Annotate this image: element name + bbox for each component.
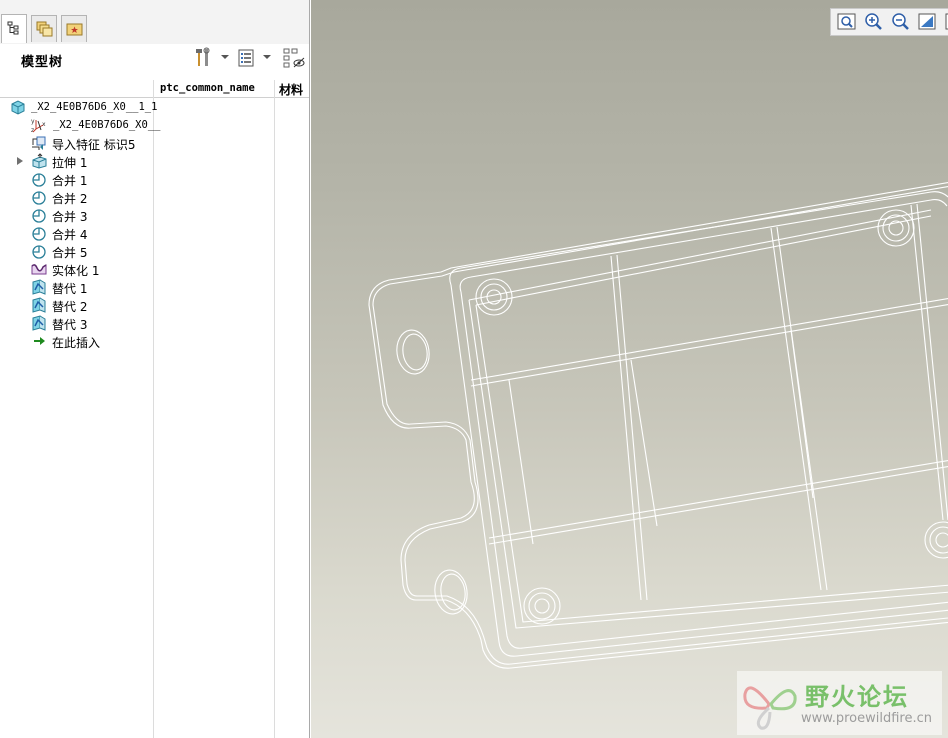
tree-item-import-feature[interactable]: 导入特征 标识5 xyxy=(0,134,153,152)
svg-text:y: y xyxy=(31,118,35,125)
tree-item-insert-here[interactable]: 在此插入 xyxy=(0,332,153,350)
expand-arrow-icon[interactable] xyxy=(17,157,23,165)
tree-item-label: 合并 2 xyxy=(52,192,88,206)
watermark-title: 野火论坛 xyxy=(805,683,909,711)
tree-item-label: 导入特征 标识5 xyxy=(52,138,136,152)
forum-watermark: 野火论坛 www.proewildfire.cn xyxy=(737,671,942,735)
tree-item-label: 在此插入 xyxy=(52,336,101,350)
merge-icon xyxy=(32,209,46,223)
tree-item-replace[interactable]: 替代 2 xyxy=(0,296,153,314)
tree-item-label: _X2_4E0B76D6_X0__1_1 xyxy=(31,101,158,113)
settings-button[interactable] xyxy=(194,47,214,69)
tree-item-solidify[interactable]: 实体化 1 xyxy=(0,260,153,278)
navigator-tabs xyxy=(0,0,309,45)
hammer-wrench-icon xyxy=(196,47,210,66)
tree-item-label: 替代 1 xyxy=(52,282,88,296)
insert-here-icon xyxy=(34,337,45,345)
graphics-viewport[interactable]: 野火论坛 www.proewildfire.cn xyxy=(311,0,948,738)
favorites-folder-icon xyxy=(66,23,83,36)
folder-stack-icon xyxy=(36,21,53,37)
tab-favorites[interactable] xyxy=(61,15,87,42)
column-material[interactable]: 材料 xyxy=(279,81,303,98)
wireframe-model xyxy=(368,181,948,669)
tree-item-replace[interactable]: 替代 1 xyxy=(0,278,153,296)
csys-icon: y z x xyxy=(31,118,46,133)
solidify-icon xyxy=(31,264,47,275)
show-dropdown-icon[interactable] xyxy=(263,55,271,59)
tree-item-csys[interactable]: y z x _X2_4E0B76D6_X0__ xyxy=(0,116,160,134)
tree-item-label: 实体化 1 xyxy=(52,264,100,278)
replace-icon xyxy=(32,297,46,313)
tree-item-label: 合并 1 xyxy=(52,174,88,188)
model-tree-panel: 模型树 ptc_common_name 材料 _X2_4E0B76D6_X0__… xyxy=(0,0,310,738)
column-divider[interactable] xyxy=(274,80,275,738)
tree-item-part[interactable]: _X2_4E0B76D6_X0__1_1 xyxy=(0,98,157,116)
tree-item-label: 替代 2 xyxy=(52,300,88,314)
tree-item-label: 合并 3 xyxy=(52,210,88,224)
svg-text:z: z xyxy=(31,127,34,133)
show-button[interactable] xyxy=(238,47,256,69)
tree-item-merge[interactable]: 合并 4 xyxy=(0,224,153,242)
tree-item-merge[interactable]: 合并 3 xyxy=(0,206,153,224)
list-settings-icon xyxy=(238,49,254,67)
tree-item-merge[interactable]: 合并 5 xyxy=(0,242,153,260)
replace-icon xyxy=(32,315,46,331)
model-tree-icon xyxy=(7,21,19,35)
extrude-icon xyxy=(32,153,47,169)
tree-item-label: 替代 3 xyxy=(52,318,88,332)
tree-column-header: ptc_common_name 材料 xyxy=(0,80,309,98)
tree-item-merge[interactable]: 合并 1 xyxy=(0,170,153,188)
panel-title: 模型树 xyxy=(21,55,64,70)
svg-text:x: x xyxy=(42,121,46,128)
tree-filter-icon xyxy=(283,48,305,68)
tree-item-label: 合并 4 xyxy=(52,228,88,242)
tree-item-replace[interactable]: 替代 3 xyxy=(0,314,153,332)
tree-filter-button[interactable] xyxy=(283,47,305,69)
tree-item-label: _X2_4E0B76D6_X0__ xyxy=(53,119,161,131)
tree-item-merge[interactable]: 合并 2 xyxy=(0,188,153,206)
column-common-name[interactable]: ptc_common_name xyxy=(160,82,255,94)
merge-icon xyxy=(32,227,46,241)
import-feature-icon xyxy=(32,136,46,150)
settings-dropdown-icon[interactable] xyxy=(221,55,229,59)
merge-icon xyxy=(32,191,46,205)
watermark-url: www.proewildfire.cn xyxy=(801,711,932,726)
butterfly-logo-icon xyxy=(743,686,797,730)
column-divider[interactable] xyxy=(153,80,154,738)
tab-folder-browser[interactable] xyxy=(31,15,57,42)
tree-item-label: 合并 5 xyxy=(52,246,88,260)
part-icon xyxy=(11,100,25,115)
merge-icon xyxy=(32,245,46,259)
tree-item-label: 拉伸 1 xyxy=(52,156,88,170)
merge-icon xyxy=(32,173,46,187)
replace-icon xyxy=(32,279,46,295)
model-tree-toolbar: 模型树 xyxy=(0,44,309,72)
tree-item-extrude[interactable]: 拉伸 1 xyxy=(0,152,153,170)
tab-model-tree[interactable] xyxy=(1,14,27,43)
